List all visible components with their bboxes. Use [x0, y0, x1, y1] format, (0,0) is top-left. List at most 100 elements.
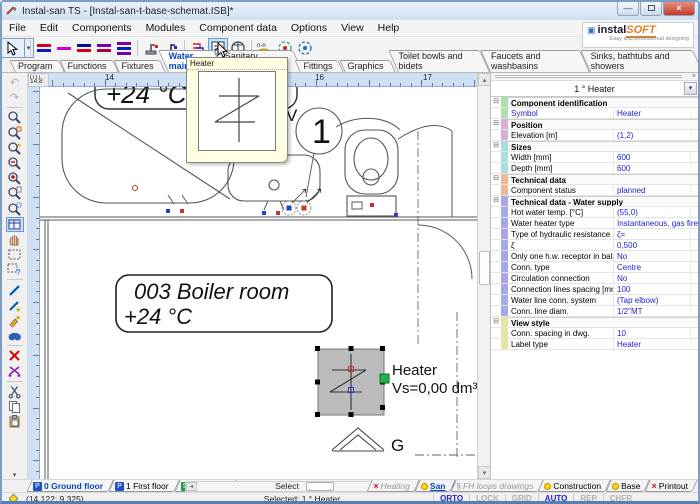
riser-label[interactable]: 1 V [286, 106, 342, 197]
layer-tab-base[interactable]: Base [608, 480, 647, 492]
title-bar[interactable]: Instal-san TS - [Instal-san-t-base-schem… [2, 2, 698, 20]
layer-tab-san[interactable]: San [417, 480, 453, 492]
collapse-icon[interactable]: ⊟ [491, 119, 501, 129]
property-value[interactable]: 600 [613, 153, 690, 162]
pan-hand-button[interactable] [6, 232, 24, 247]
property-value[interactable]: Heater [613, 109, 690, 118]
property-value[interactable]: Heater [613, 340, 690, 349]
green-connection-handle[interactable] [380, 374, 389, 383]
cut-button[interactable] [6, 384, 24, 399]
redo-button[interactable]: ↷ [6, 90, 24, 105]
cold-port[interactable] [262, 211, 266, 215]
property-value[interactable]: (1,2) [613, 131, 690, 140]
more-tools-icon[interactable]: ▾ [13, 471, 17, 479]
menu-modules[interactable]: Modules [139, 21, 193, 35]
circuit-b-button[interactable] [295, 38, 315, 58]
pipe-circulation-pair-button[interactable] [94, 38, 114, 58]
property-value[interactable]: 0,500 [613, 241, 690, 250]
property-value[interactable]: No [613, 252, 690, 261]
maximize-button[interactable] [640, 2, 662, 16]
panel-close-icon[interactable]: × [692, 73, 696, 80]
heater-flow-label[interactable]: Vs=0,00 dm³/s [392, 380, 477, 397]
property-value[interactable]: 600 [613, 164, 690, 173]
minimize-button[interactable]: — [617, 2, 639, 16]
mode-rep[interactable]: REP [573, 494, 602, 503]
chevron-down-icon[interactable]: ▾ [684, 82, 697, 95]
floor-tab-0-ground-floor[interactable]: P0 Ground floor [29, 480, 111, 492]
mode-lock[interactable]: LOCK [469, 494, 505, 503]
property-value[interactable]: planned [613, 186, 690, 195]
menu-options[interactable]: Options [284, 21, 334, 35]
tab-graphics[interactable]: Graphics [342, 60, 393, 72]
cold-port[interactable] [166, 209, 170, 213]
select-arrow-button[interactable]: ▾ [7, 38, 27, 58]
zoom-in-button[interactable] [6, 171, 24, 186]
draw-pipe-button[interactable] [6, 282, 24, 297]
scroll-left-icon[interactable]: ◂ [186, 482, 197, 491]
collapse-icon[interactable]: ⊟ [491, 317, 501, 327]
tab-program[interactable]: Program [12, 60, 62, 72]
find-binoculars-button[interactable] [6, 328, 24, 343]
pipe-cold-hot-pair-button[interactable] [74, 38, 94, 58]
pipe-triple-button[interactable] [114, 38, 134, 58]
vertical-scroll-thumb[interactable] [479, 251, 490, 285]
property-value[interactable]: 100 [613, 285, 690, 294]
zoom-sheet-button[interactable] [6, 186, 24, 201]
vertical-scrollbar[interactable]: ▴ ▾ [477, 73, 490, 479]
disconnect-button[interactable] [6, 363, 24, 378]
connection-points[interactable] [282, 189, 321, 215]
undo-button[interactable]: ↶ [6, 75, 24, 90]
property-value[interactable]: No [613, 274, 690, 283]
layer-tab-heating[interactable]: ×Heating [369, 480, 417, 492]
property-value[interactable]: Centre [613, 263, 690, 272]
heater-component[interactable] [315, 346, 389, 417]
property-value[interactable]: (55,0) [613, 208, 690, 217]
close-button[interactable]: × [663, 2, 695, 16]
mode-chfr[interactable]: CHFR [603, 494, 638, 503]
hot-port[interactable] [276, 211, 280, 215]
splitter-grip[interactable] [495, 75, 682, 76]
menu-file[interactable]: File [2, 21, 33, 35]
draw-fixture-button[interactable] [141, 38, 161, 58]
floor-tab-1-first-floor[interactable]: P1 First floor [111, 480, 177, 492]
tab-sinks-bathtubs-and-showers[interactable]: Sinks, bathtubs and showers [585, 50, 698, 72]
pipe-cold-water-button[interactable] [34, 38, 54, 58]
collapse-icon[interactable]: ⊟ [491, 174, 501, 184]
paste-button[interactable] [6, 414, 24, 429]
mode-grid[interactable]: GRID [505, 494, 538, 503]
delete-button[interactable] [6, 348, 24, 363]
property-value[interactable]: ζ= [613, 230, 690, 239]
tab-fittings[interactable]: Fittings [297, 60, 341, 72]
tab-functions[interactable]: Functions [62, 60, 116, 72]
data-table-button[interactable] [6, 217, 24, 232]
zoom-window-button[interactable] [6, 126, 24, 141]
copy-button[interactable] [6, 399, 24, 414]
cold-port[interactable] [394, 213, 398, 217]
room-label[interactable]: 003 Boiler room +24 °C [116, 275, 332, 332]
layer-tab-construction[interactable]: Construction [540, 480, 608, 492]
hot-port[interactable] [302, 206, 307, 211]
format-painter-button[interactable]: ★ [6, 313, 24, 328]
layer-tab-printout[interactable]: ×Printout [647, 480, 695, 492]
collapse-icon[interactable]: ⊟ [491, 97, 501, 107]
tab-faucets-and-washbasins[interactable]: Faucets and washbasins [485, 50, 585, 72]
menu-view[interactable]: View [334, 21, 371, 35]
menu-components[interactable]: Components [65, 21, 139, 35]
pipe-hot-water-button[interactable] [54, 38, 74, 58]
select-area-button[interactable] [6, 247, 24, 262]
property-value[interactable]: 1/2"MT [613, 307, 690, 316]
collapse-icon[interactable]: ⊟ [491, 196, 501, 206]
edit-pipe-button[interactable]: ★ [6, 298, 24, 313]
panel-splitter[interactable]: × [491, 73, 698, 81]
property-value[interactable]: Instantaneous, gas fired [613, 219, 700, 228]
mode-auto[interactable]: AUTO [538, 494, 574, 503]
hot-port[interactable] [180, 209, 184, 213]
menu-edit[interactable]: Edit [33, 21, 65, 35]
zoom-all-button[interactable] [6, 110, 24, 125]
menu-help[interactable]: Help [371, 21, 407, 35]
zoom-previous-button[interactable]: ★ [6, 141, 24, 156]
cold-port[interactable] [287, 206, 292, 211]
layer-tab-fh-loops-drawings[interactable]: §FH loops drawings [453, 480, 541, 492]
mode-orto[interactable]: ORTO [433, 494, 469, 503]
property-value[interactable]: 10 [613, 329, 690, 338]
